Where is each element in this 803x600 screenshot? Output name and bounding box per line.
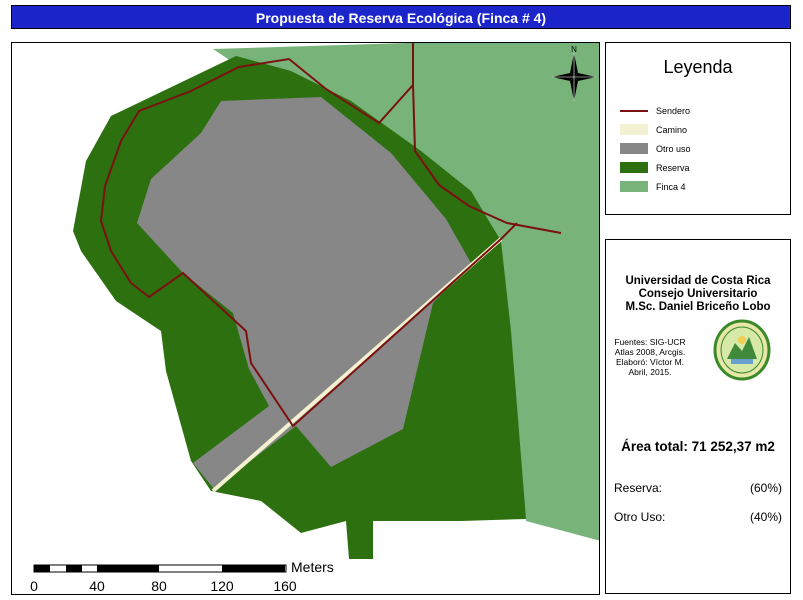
author-name: M.Sc. Daniel Briceño Lobo bbox=[625, 301, 771, 313]
source-line: Fuentes: SIG-UCR bbox=[614, 337, 686, 347]
institution-name: Universidad de Costa Rica bbox=[625, 275, 771, 287]
scale-tick-label: 0 bbox=[30, 578, 38, 594]
legend-title: Leyenda bbox=[663, 57, 733, 77]
otro-uso-percent: (40%) bbox=[749, 510, 782, 524]
reserva-label: Reserva: bbox=[614, 481, 663, 495]
legend-item-reserva: Reserva bbox=[620, 161, 790, 175]
source-line: Abril, 2015. bbox=[628, 367, 672, 377]
scale-tick-label: 40 bbox=[89, 578, 105, 594]
scale-unit: Meters bbox=[291, 559, 334, 575]
university-seal-icon bbox=[713, 319, 771, 381]
source-line: Atlas 2008, Arcgis. bbox=[614, 347, 686, 357]
scale-tick-label: 80 bbox=[151, 578, 167, 594]
finca-swatch-icon bbox=[620, 181, 648, 192]
scale-bar bbox=[33, 564, 287, 573]
legend-item-otro-uso: Otro uso bbox=[620, 142, 790, 156]
source-line: Elaboró: Víctor M. bbox=[615, 357, 685, 367]
north-label: N bbox=[571, 45, 577, 54]
otro-uso-label: Otro Uso: bbox=[614, 510, 666, 524]
map-frame[interactable]: N Meters 0 40 80 120 160 bbox=[11, 42, 600, 595]
reserva-swatch-icon bbox=[620, 162, 648, 173]
legend-item-camino: Camino bbox=[620, 123, 790, 137]
map-title: Propuesta de Reserva Ecológica (Finca # … bbox=[11, 5, 791, 29]
sendero-swatch-icon bbox=[620, 110, 648, 112]
otro-uso-swatch-icon bbox=[620, 143, 648, 154]
reserva-percent: (60%) bbox=[749, 481, 782, 495]
legend-item-sendero: Sendero bbox=[620, 104, 790, 118]
scale-tick-label: 160 bbox=[273, 578, 297, 594]
scale-tick-label: 120 bbox=[210, 578, 234, 594]
legend: Leyenda Sendero Camino Otro uso Reserva … bbox=[605, 42, 791, 215]
legend-item-finca: Finca 4 bbox=[620, 180, 790, 194]
info-panel: Universidad de Costa Rica Consejo Univer… bbox=[605, 239, 791, 594]
council-name: Consejo Universitario bbox=[638, 288, 758, 300]
area-total: Área total: 71 252,37 m2 bbox=[621, 439, 775, 454]
camino-swatch-icon bbox=[620, 124, 648, 135]
map-canvas[interactable]: N Meters 0 40 80 120 160 bbox=[12, 43, 600, 595]
